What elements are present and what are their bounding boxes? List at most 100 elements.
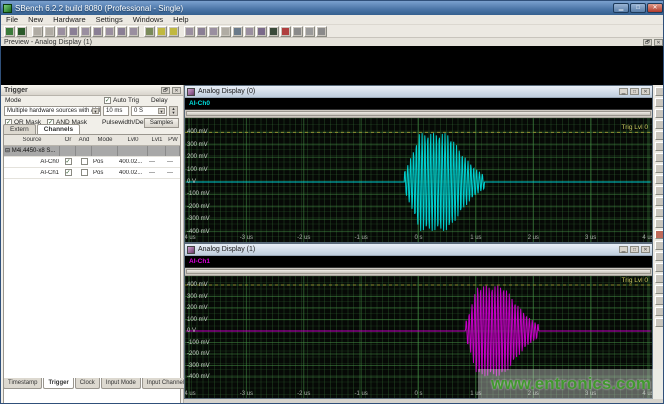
or-checkbox[interactable]: ✓ xyxy=(60,158,76,165)
display-tool-icon-16[interactable] xyxy=(655,252,664,261)
checkbox-icon[interactable] xyxy=(81,158,88,165)
display-tool-icon-4[interactable] xyxy=(655,120,664,129)
chevron-down-icon[interactable]: ▼ xyxy=(158,108,165,114)
column-header-lvl1[interactable]: Lvl1 xyxy=(148,137,166,143)
toolbar-icon-7[interactable] xyxy=(80,26,91,37)
toolbar-icon-14[interactable] xyxy=(168,26,179,37)
trigger-mode-cell[interactable]: Pos xyxy=(92,159,118,165)
menu-settings[interactable]: Settings xyxy=(91,15,128,24)
close-button[interactable]: ✕ xyxy=(647,3,663,13)
display-tool-icon-2[interactable] xyxy=(655,98,664,107)
column-header-mode[interactable]: Mode xyxy=(92,137,118,143)
column-header-source[interactable]: Source xyxy=(4,137,60,143)
column-header-lvl0[interactable]: Lvl0 xyxy=(118,137,148,143)
channel-tab-ai-ch1[interactable]: AI-Ch1 xyxy=(185,258,210,265)
toolbar-icon-13[interactable] xyxy=(156,26,167,37)
analog-display-1-titlebar[interactable]: Analog Display (1) ▁ □ ✕ xyxy=(185,244,652,256)
display-tool-icon-8[interactable] xyxy=(655,164,664,173)
pulsewidth-cell[interactable]: --- xyxy=(166,159,180,165)
horizontal-scrollbar[interactable] xyxy=(185,268,652,276)
and-checkbox[interactable] xyxy=(76,169,92,176)
samples-button[interactable]: Samples xyxy=(144,118,179,128)
tab-trigger[interactable]: Trigger xyxy=(43,378,73,389)
analog-display-0-plot[interactable]: 400 mV300 mV200 mV100 mV0 V-100 mV-200 m… xyxy=(185,118,652,242)
delay-field[interactable]: 0 S ▼ xyxy=(131,106,167,116)
display-tool-icon-18[interactable] xyxy=(655,274,664,283)
float-icon[interactable]: 🗗 xyxy=(643,39,652,46)
minimize-icon[interactable]: ▁ xyxy=(619,88,628,95)
scrollbar-thumb[interactable] xyxy=(186,111,651,116)
auto-trig-checkbox[interactable]: ✓ Auto Trig xyxy=(104,97,139,104)
channel-tab-strip[interactable]: AI-Ch1 xyxy=(185,256,652,268)
toolbar-icon-10[interactable] xyxy=(116,26,127,37)
display-tool-icon-6[interactable] xyxy=(655,142,664,151)
channel-tab-strip[interactable]: AI-Ch0 xyxy=(185,98,652,110)
minimize-button[interactable]: ▁ xyxy=(613,3,629,13)
toolbar-icon-2[interactable] xyxy=(16,26,27,37)
tab-timestamp[interactable]: Timestamp xyxy=(3,378,42,389)
toolbar-icon-9[interactable] xyxy=(104,26,115,37)
maximize-button[interactable]: □ xyxy=(630,3,646,13)
minimize-icon[interactable]: ▁ xyxy=(619,246,628,253)
table-row[interactable]: AI-Ch1✓Pos400.02...------ xyxy=(4,168,180,179)
trigger-panel-header[interactable]: Trigger 🗗 ✕ xyxy=(1,85,183,96)
display-tool-icon-17[interactable] xyxy=(655,263,664,272)
trigger-mode-cell[interactable]: Pos xyxy=(92,170,118,176)
level1-cell[interactable]: --- xyxy=(148,159,166,165)
level1-cell[interactable]: --- xyxy=(148,170,166,176)
display-tool-icon-22[interactable] xyxy=(655,318,664,327)
close-icon[interactable]: ✕ xyxy=(654,39,663,46)
column-header-or[interactable]: Or xyxy=(60,137,76,143)
auto-trig-time-field[interactable]: 10 ms xyxy=(103,106,129,116)
toolbar-icon-12[interactable] xyxy=(144,26,155,37)
menu-file[interactable]: File xyxy=(1,15,23,24)
toolbar-icon-24[interactable] xyxy=(292,26,303,37)
channel-tab-ai-ch0[interactable]: AI-Ch0 xyxy=(185,100,210,107)
toolbar-icon-5[interactable] xyxy=(56,26,67,37)
titlebar[interactable]: SBench 6.2.2 build 8080 (Professional - … xyxy=(1,1,664,15)
display-tool-icon-20[interactable] xyxy=(655,296,664,305)
table-group-row[interactable]: ⊟ M4i.4450-x8 S... xyxy=(4,146,180,157)
display-tool-icon-15[interactable] xyxy=(655,241,664,250)
display-tool-icon-7[interactable] xyxy=(655,153,664,162)
close-icon[interactable]: ✕ xyxy=(641,246,650,253)
tab-input-mode[interactable]: Input Mode xyxy=(101,378,141,389)
toolbar-icon-11[interactable] xyxy=(128,26,139,37)
column-header-pw[interactable]: PW xyxy=(166,137,180,143)
pulsewidth-cell[interactable]: --- xyxy=(166,170,180,176)
menu-new[interactable]: New xyxy=(23,15,48,24)
display-tool-icon-10[interactable] xyxy=(655,186,664,195)
table-row[interactable]: AI-Ch0✓Pos400.02...------ xyxy=(4,157,180,168)
display-tool-icon-14[interactable] xyxy=(655,230,664,239)
display-tool-icon-9[interactable] xyxy=(655,175,664,184)
checkbox-icon[interactable] xyxy=(81,169,88,176)
display-tool-icon-13[interactable] xyxy=(655,219,664,228)
toolbar-icon-25[interactable] xyxy=(304,26,315,37)
display-tool-icon-5[interactable] xyxy=(655,131,664,140)
toolbar-icon-21[interactable] xyxy=(256,26,267,37)
maximize-icon[interactable]: □ xyxy=(630,88,639,95)
maximize-icon[interactable]: □ xyxy=(630,246,639,253)
display-tool-icon-11[interactable] xyxy=(655,197,664,206)
display-tool-icon-3[interactable] xyxy=(655,109,664,118)
toolbar-icon-8[interactable] xyxy=(92,26,103,37)
toolbar-icon-22[interactable] xyxy=(268,26,279,37)
tab-extern[interactable]: Extern xyxy=(3,124,36,134)
display-tool-icon-19[interactable] xyxy=(655,285,664,294)
or-checkbox[interactable]: ✓ xyxy=(60,169,76,176)
tab-clock[interactable]: Clock xyxy=(75,378,100,389)
level0-cell[interactable]: 400.02... xyxy=(118,159,148,165)
toolbar-icon-26[interactable] xyxy=(316,26,327,37)
chevron-down-icon[interactable]: ▼ xyxy=(92,108,99,114)
toolbar-icon-16[interactable] xyxy=(196,26,207,37)
toolbar-icon-6[interactable] xyxy=(68,26,79,37)
display-tool-icon-1[interactable] xyxy=(655,87,664,96)
checkbox-icon[interactable]: ✓ xyxy=(65,158,72,165)
menu-help[interactable]: Help xyxy=(168,15,193,24)
trigger-mode-select[interactable]: Multiple hardware sources with AND/OR ▼ xyxy=(4,106,101,116)
display-tool-icon-12[interactable] xyxy=(655,208,664,217)
toolbar-icon-18[interactable] xyxy=(220,26,231,37)
display-tool-icon-21[interactable] xyxy=(655,307,664,316)
and-checkbox[interactable] xyxy=(76,158,92,165)
toolbar-icon-19[interactable] xyxy=(232,26,243,37)
